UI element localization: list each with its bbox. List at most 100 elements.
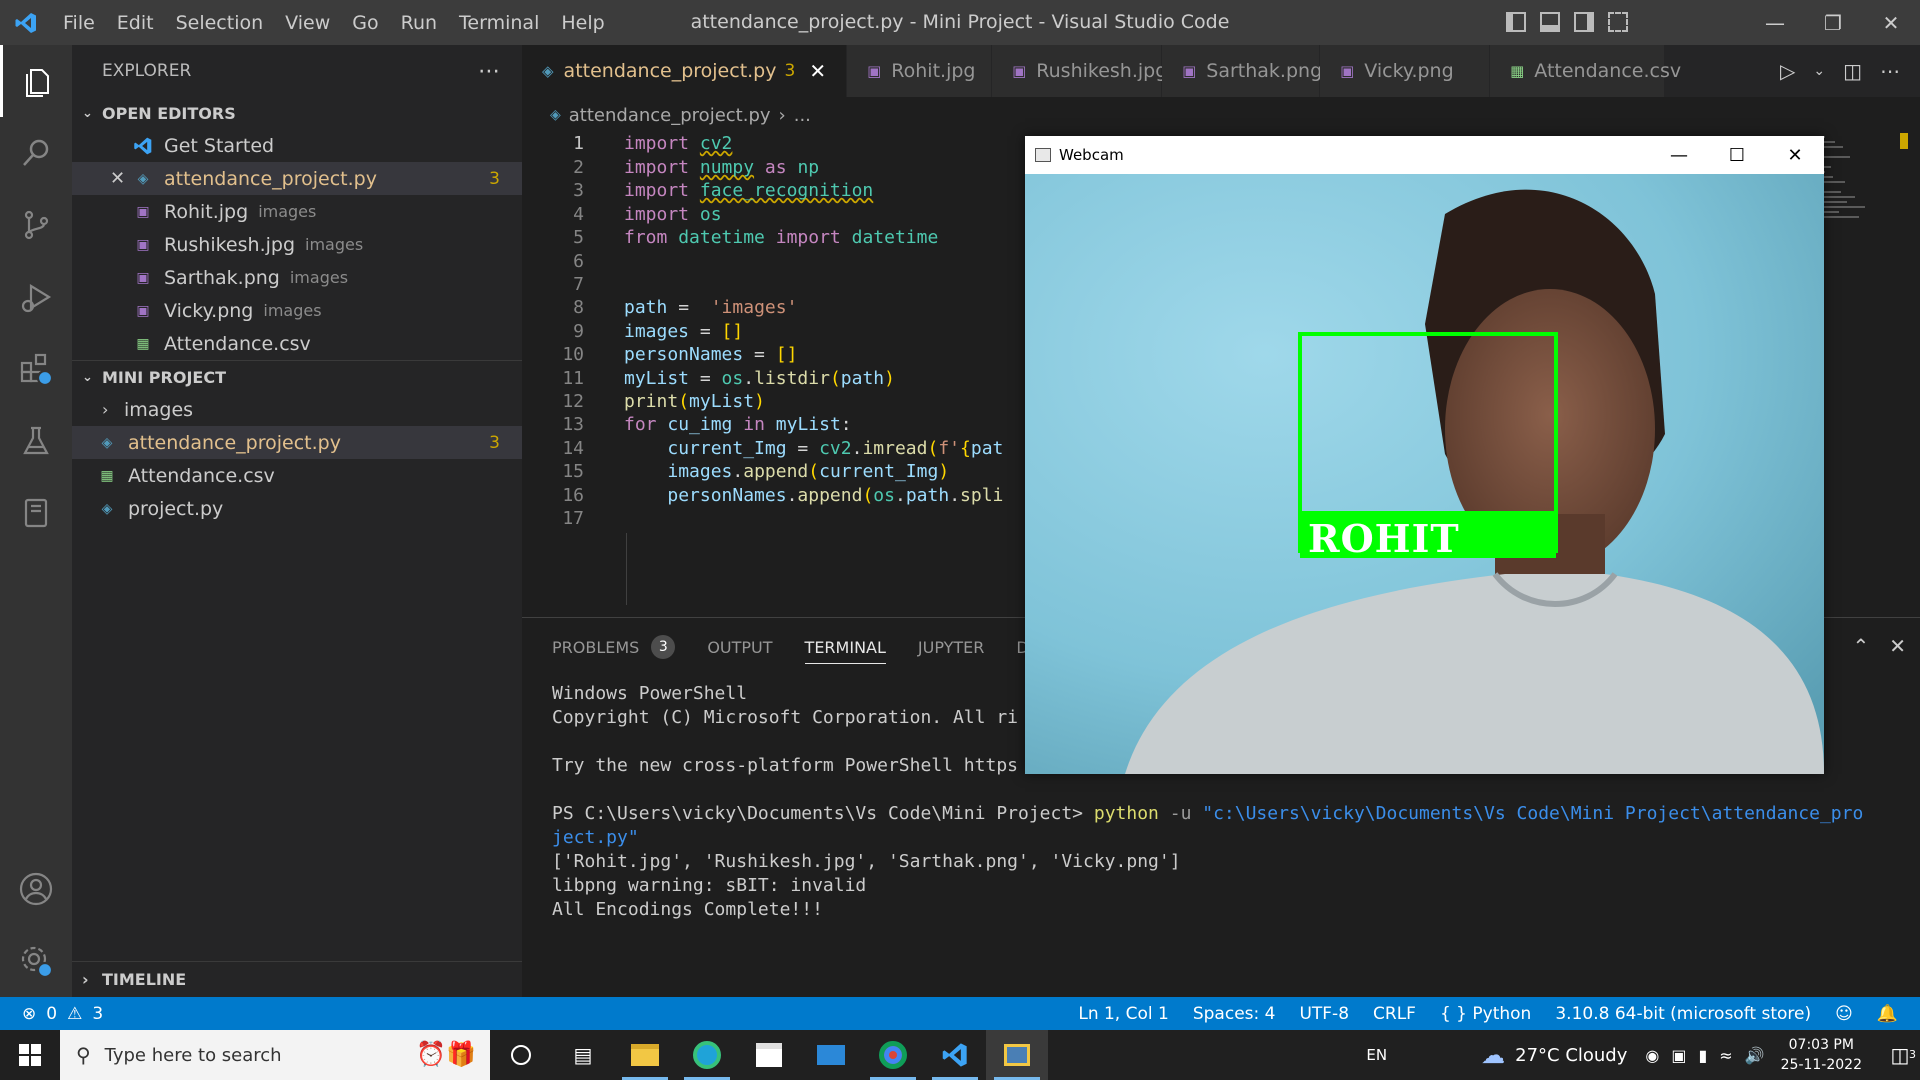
wifi-icon[interactable]: ≈ <box>1719 1046 1732 1065</box>
open-editor-sarthak[interactable]: ▣ Sarthak.png images <box>72 261 522 294</box>
explorer-icon[interactable] <box>0 45 72 117</box>
more-actions-icon[interactable]: ⋯ <box>478 59 500 84</box>
open-editor-get-started[interactable]: Get Started <box>72 129 522 162</box>
tab-output[interactable]: OUTPUT <box>707 618 772 676</box>
menu-view[interactable]: View <box>274 12 341 34</box>
line-ending[interactable]: CRLF <box>1373 1004 1416 1024</box>
source-control-icon[interactable] <box>0 189 72 261</box>
open-editor-rushikesh[interactable]: ▣ Rushikesh.jpg images <box>72 228 522 261</box>
restore-icon[interactable]: ❐ <box>1804 0 1862 45</box>
tab-problems[interactable]: PROBLEMS 3 <box>552 618 676 676</box>
tree-item-attendance-project[interactable]: ◈ attendance_project.py 3 <box>72 426 522 459</box>
tree-item-project-py[interactable]: ◈ project.py <box>72 492 522 525</box>
toggle-panel-icon[interactable] <box>1540 12 1560 32</box>
weather-widget[interactable]: ☁ 27°C Cloudy <box>1481 1041 1627 1069</box>
manage-gear-icon[interactable] <box>0 925 72 997</box>
webcam-window[interactable]: Webcam — ☐ ✕ ROHIT <box>1025 136 1824 774</box>
menu-go[interactable]: Go <box>341 12 389 34</box>
close-panel-icon[interactable]: ✕ <box>1889 634 1906 658</box>
tab-attendance-project[interactable]: ◈ attendance_project.py 3 ✕ <box>522 45 848 97</box>
remote-explorer-icon[interactable] <box>0 477 72 549</box>
tab-vicky[interactable]: ▣ Vicky.png <box>1320 45 1491 97</box>
menu-file[interactable]: File <box>52 12 106 34</box>
tab-attendance-csv[interactable]: ▦ Attendance.csv <box>1490 45 1681 97</box>
folder-images[interactable]: › images <box>72 393 522 426</box>
menu-selection[interactable]: Selection <box>165 12 275 34</box>
edge-browser-icon[interactable] <box>676 1030 738 1080</box>
tab-rushikesh[interactable]: ▣ Rushikesh.jpg <box>992 45 1167 97</box>
file-explorer-icon[interactable] <box>614 1030 676 1080</box>
extensions-icon[interactable] <box>0 333 72 405</box>
battery-icon[interactable]: ▮ <box>1698 1046 1707 1065</box>
clock-date: 25-11-2022 <box>1780 1057 1862 1073</box>
run-dropdown-chevron-icon[interactable]: ⌄ <box>1813 63 1825 79</box>
open-editor-rohit[interactable]: ▣ Rohit.jpg images <box>72 195 522 228</box>
close-tab-icon[interactable]: ✕ <box>809 59 826 83</box>
breadcrumb-rest[interactable]: ... <box>794 105 811 126</box>
line-number: 6 <box>573 251 584 272</box>
start-windows-icon[interactable] <box>0 1030 60 1080</box>
notifications-bell-icon[interactable]: 🔔 <box>1877 1004 1898 1024</box>
csv-file-icon: ▦ <box>1510 62 1525 80</box>
task-view-icon[interactable]: ▤ <box>552 1030 614 1080</box>
timeline-section[interactable]: › TIMELINE <box>72 961 522 997</box>
open-editor-attendance-project[interactable]: ✕ ◈ attendance_project.py 3 <box>72 162 522 195</box>
accounts-icon[interactable] <box>0 853 72 925</box>
testing-icon[interactable] <box>0 405 72 477</box>
maximize-icon[interactable]: ☐ <box>1708 136 1766 174</box>
line-number: 2 <box>573 157 584 178</box>
menu-terminal[interactable]: Terminal <box>448 12 550 34</box>
encoding[interactable]: UTF-8 <box>1299 1004 1349 1024</box>
language-mode[interactable]: { } Python <box>1440 1004 1531 1024</box>
tab-sarthak[interactable]: ▣ Sarthak.png <box>1162 45 1322 97</box>
maximize-panel-chevron-icon[interactable]: ⌃ <box>1852 634 1869 658</box>
feedback-icon[interactable]: ☺ <box>1835 1004 1853 1024</box>
toggle-secondary-sidebar-icon[interactable] <box>1574 12 1594 32</box>
input-language[interactable]: EN <box>1366 1046 1387 1064</box>
mail-icon[interactable] <box>800 1030 862 1080</box>
run-file-icon[interactable]: ▷ <box>1780 59 1795 83</box>
more-actions-icon[interactable]: ⋯ <box>1880 59 1900 83</box>
volume-icon[interactable]: 🔊 <box>1745 1046 1765 1065</box>
security-icon[interactable]: ▣ <box>1671 1046 1686 1065</box>
chrome-icon[interactable] <box>862 1030 924 1080</box>
action-center-icon[interactable]: ◫ 3 <box>1880 1043 1920 1067</box>
mini-project-section[interactable]: ⌄ MINI PROJECT <box>72 361 522 393</box>
store-icon[interactable] <box>738 1030 800 1080</box>
run-debug-icon[interactable] <box>0 261 72 333</box>
open-editor-vicky[interactable]: ▣ Vicky.png images <box>72 294 522 327</box>
close-icon[interactable]: ✕ <box>1766 136 1824 174</box>
minimize-icon[interactable]: — <box>1650 136 1708 174</box>
tab-jupyter[interactable]: JUPYTER <box>918 618 985 676</box>
open-editor-attendance-csv[interactable]: ▦ Attendance.csv <box>72 327 522 360</box>
open-editors-section[interactable]: ⌄ OPEN EDITORS <box>72 97 522 129</box>
taskbar-search[interactable]: ⚲ Type here to search ⏰🎁 <box>60 1030 490 1080</box>
status-problems[interactable]: ⊗ 0 ⚠ 3 <box>0 1004 103 1024</box>
indentation[interactable]: Spaces: 4 <box>1193 1004 1276 1024</box>
customize-layout-icon[interactable] <box>1608 12 1628 32</box>
search-icon[interactable] <box>0 117 72 189</box>
split-editor-icon[interactable]: ◫ <box>1843 59 1862 83</box>
tab-rohit[interactable]: ▣ Rohit.jpg <box>847 45 993 97</box>
meet-now-icon[interactable]: ◉ <box>1645 1046 1659 1065</box>
minimize-icon[interactable]: — <box>1746 0 1804 45</box>
clock[interactable]: 07:03 PM 25-11-2022 <box>1781 1035 1862 1075</box>
tree-item-attendance-csv[interactable]: ▦ Attendance.csv <box>72 459 522 492</box>
tab-label: Rohit.jpg <box>891 60 976 82</box>
menu-run[interactable]: Run <box>390 12 448 34</box>
cortana-icon[interactable] <box>490 1030 552 1080</box>
close-editor-icon[interactable]: ✕ <box>110 168 132 189</box>
vscode-taskbar-icon[interactable] <box>924 1030 986 1080</box>
cursor-position[interactable]: Ln 1, Col 1 <box>1078 1004 1169 1024</box>
menu-help[interactable]: Help <box>550 12 615 34</box>
breadcrumb-file[interactable]: attendance_project.py <box>569 105 771 126</box>
tab-terminal[interactable]: TERMINAL <box>804 618 887 676</box>
menu-edit[interactable]: Edit <box>106 12 165 34</box>
toggle-sidebar-icon[interactable] <box>1506 12 1526 32</box>
close-icon[interactable]: ✕ <box>1862 0 1920 45</box>
python-interpreter[interactable]: 3.10.8 64-bit (microsoft store) <box>1555 1004 1811 1024</box>
code-editor[interactable]: 1 2 3 4 5 6 7 8 9 10 11 12 13 14 15 16 1… <box>522 133 1027 613</box>
line-number: 12 <box>562 391 584 412</box>
python-webcam-taskbar-icon[interactable] <box>986 1030 1048 1080</box>
line-number: 7 <box>573 274 584 295</box>
